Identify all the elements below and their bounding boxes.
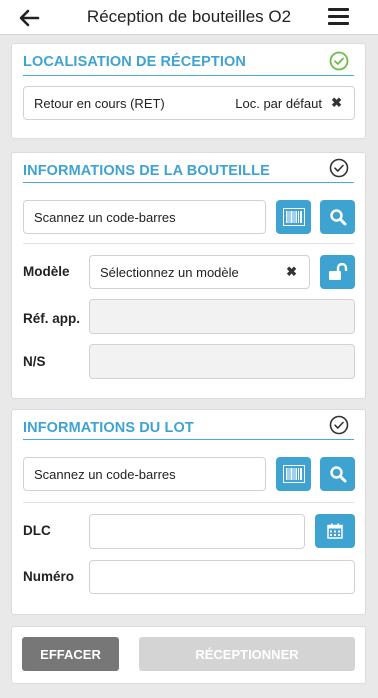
barcode-icon — [282, 208, 305, 226]
location-section-title: LOCALISATION DE RÉCEPTION — [23, 54, 246, 70]
serial-label: N/S — [23, 354, 46, 369]
model-value: Sélectionnez un modèle — [100, 264, 239, 280]
section-divider — [23, 439, 354, 440]
dlc-label: DLC — [23, 523, 51, 538]
page-title: Réception de bouteilles O2 — [86, 7, 292, 26]
barcode-icon — [282, 465, 305, 483]
row-divider — [23, 243, 354, 244]
bottle-search-button[interactable] — [320, 200, 355, 234]
check-circle-icon — [329, 51, 349, 71]
menu-button[interactable] — [328, 8, 349, 26]
bottle-barcode-placeholder: Scannez un code-barres — [34, 209, 176, 225]
unlock-icon — [328, 263, 347, 280]
clear-location-icon[interactable]: ✖ — [331, 95, 342, 111]
ref-input — [89, 299, 355, 334]
calendar-icon — [327, 523, 343, 539]
hamburger-icon-bar — [328, 15, 349, 18]
default-location-label: Loc. par défaut — [235, 95, 322, 111]
back-button[interactable] — [18, 8, 40, 28]
clear-model-icon[interactable]: ✖ — [286, 264, 297, 280]
dlc-calendar-button[interactable] — [315, 514, 355, 548]
model-label: Modèle — [23, 264, 70, 279]
dlc-input[interactable] — [89, 514, 305, 549]
section-divider — [23, 75, 354, 76]
lot-barcode-placeholder: Scannez un code-barres — [34, 466, 176, 482]
location-select[interactable]: Retour en cours (RET) Loc. par défaut ✖ — [23, 86, 355, 120]
hamburger-icon-bar — [328, 8, 349, 11]
lot-scan-button[interactable] — [276, 457, 311, 491]
row-divider — [23, 502, 354, 503]
receive-button[interactable]: RÉCEPTIONNER — [139, 637, 355, 671]
bottle-barcode-input[interactable]: Scannez un code-barres — [23, 200, 266, 234]
bottle-scan-button[interactable] — [276, 200, 311, 234]
arrow-left-icon — [19, 9, 40, 27]
bottle-card: INFORMATIONS DE LA BOUTEILLE Scannez un … — [11, 152, 366, 399]
location-value: Retour en cours (RET) — [34, 95, 165, 111]
search-icon — [329, 466, 346, 483]
lot-barcode-input[interactable]: Scannez un code-barres — [23, 457, 266, 491]
serial-input — [89, 344, 355, 379]
ref-label: Réf. app. — [23, 311, 81, 326]
model-lock-button[interactable] — [320, 255, 355, 289]
clear-button[interactable]: EFFACER — [22, 637, 119, 671]
lot-section-title: INFORMATIONS DU LOT — [23, 420, 194, 436]
section-divider — [23, 182, 354, 183]
location-card: LOCALISATION DE RÉCEPTION Retour en cour… — [11, 43, 366, 139]
search-icon — [329, 209, 346, 226]
lot-card: INFORMATIONS DU LOT Scannez un code-barr… — [11, 409, 366, 615]
number-input[interactable] — [89, 560, 355, 594]
check-circle-icon — [329, 415, 349, 435]
model-select[interactable]: Sélectionnez un modèle ✖ — [89, 255, 310, 289]
number-label: Numéro — [23, 569, 75, 584]
lot-search-button[interactable] — [320, 457, 355, 491]
bottle-section-title: INFORMATIONS DE LA BOUTEILLE — [23, 163, 270, 179]
check-circle-icon — [329, 158, 349, 178]
app-header: Réception de bouteilles O2 — [0, 0, 378, 35]
action-bar: EFFACER RÉCEPTIONNER — [11, 626, 366, 684]
hamburger-icon-bar — [328, 22, 349, 25]
